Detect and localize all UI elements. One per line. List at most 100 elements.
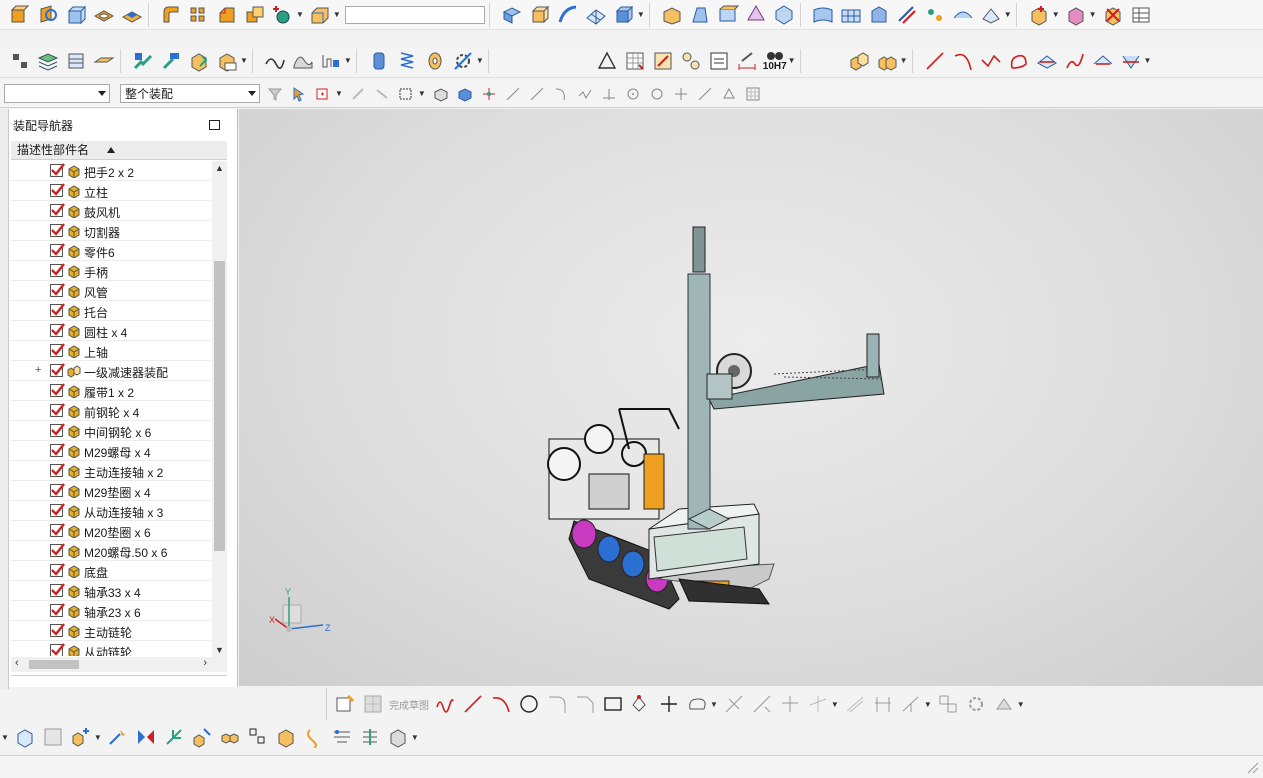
offset-face-icon[interactable]: [308, 3, 332, 27]
link-icon[interactable]: [302, 725, 326, 749]
vertical-scrollbar[interactable]: ▲ ▼: [212, 161, 227, 657]
expand-icon[interactable]: +: [35, 364, 41, 376]
scroll-up-icon[interactable]: ▲: [215, 163, 224, 173]
project-curve-icon[interactable]: [1035, 49, 1059, 73]
visibility-checkbox[interactable]: [50, 623, 65, 637]
quick-trim-icon[interactable]: [722, 692, 746, 716]
layer-settings-icon[interactable]: [8, 49, 32, 73]
sketch-settings-icon[interactable]: [964, 692, 988, 716]
wave-geometry-icon[interactable]: [41, 725, 65, 749]
studio-spline-icon[interactable]: [685, 692, 709, 716]
sketch-arc-icon[interactable]: [489, 692, 513, 716]
chevron-down-icon[interactable]: ▼: [900, 56, 908, 65]
visibility-checkbox[interactable]: [50, 263, 65, 277]
navigator-row[interactable]: 手柄: [11, 261, 211, 281]
snap-center-icon[interactable]: [624, 85, 642, 103]
visibility-checkbox[interactable]: [50, 323, 65, 337]
chevron-down-icon[interactable]: ▼: [476, 56, 484, 65]
scrollbar-thumb[interactable]: [214, 261, 225, 551]
component-array-icon[interactable]: [218, 725, 242, 749]
pad-icon[interactable]: [120, 3, 144, 27]
tolerance-fit-button[interactable]: 10H7: [763, 50, 787, 72]
table-icon[interactable]: [1129, 3, 1153, 27]
visibility-checkbox[interactable]: [50, 423, 65, 437]
sketch-icon[interactable]: [333, 692, 357, 716]
triangle-icon[interactable]: [595, 49, 619, 73]
navigator-row[interactable]: 轴承33 x 4: [11, 581, 211, 601]
auto-constraint-icon[interactable]: [936, 692, 960, 716]
column-header[interactable]: 描述性部件名: [11, 141, 227, 160]
navigator-row[interactable]: M20螺母.50 x 6: [11, 541, 211, 561]
snap-point-icon[interactable]: [349, 85, 367, 103]
sphere-blue-icon[interactable]: [772, 3, 796, 27]
chevron-down-icon[interactable]: ▼: [344, 56, 352, 65]
box-trim-icon[interactable]: [716, 3, 740, 27]
visibility-checkbox[interactable]: [50, 343, 65, 357]
bearing-icon[interactable]: [423, 49, 447, 73]
navigator-row[interactable]: 轴承23 x 6: [11, 601, 211, 621]
cube-yellow-icon[interactable]: [528, 3, 552, 27]
sew-icon[interactable]: [923, 3, 947, 27]
visibility-checkbox[interactable]: [50, 383, 65, 397]
scroll-left-icon[interactable]: ‹: [15, 657, 19, 669]
navigator-row[interactable]: + 一级减速器装配: [11, 361, 211, 381]
line-icon[interactable]: [923, 49, 947, 73]
block-icon[interactable]: [64, 3, 88, 27]
navigator-row[interactable]: 圆柱 x 4: [11, 321, 211, 341]
snap-all-icon[interactable]: [480, 85, 498, 103]
snap-arc-icon[interactable]: [552, 85, 570, 103]
revolve-icon[interactable]: [36, 3, 60, 27]
select-feature-icon[interactable]: [290, 85, 308, 103]
sweep-icon[interactable]: [556, 3, 580, 27]
chevron-down-icon[interactable]: ▼: [240, 56, 248, 65]
snap-on-curve-icon[interactable]: [696, 85, 714, 103]
offset-curve-icon[interactable]: [1007, 49, 1031, 73]
chevron-down-icon[interactable]: ▼: [411, 733, 419, 742]
chevron-down-icon[interactable]: ▼: [710, 700, 718, 709]
delete-body-icon[interactable]: [1101, 3, 1125, 27]
measure-icon[interactable]: [319, 49, 343, 73]
maximize-icon[interactable]: [209, 120, 220, 130]
chevron-down-icon[interactable]: ▼: [333, 10, 341, 19]
mesh-surface-icon[interactable]: [584, 3, 608, 27]
make-corner-icon[interactable]: [778, 692, 802, 716]
resize-grip-icon[interactable]: [1245, 760, 1259, 774]
selection-scope-dropdown[interactable]: 整个装配: [120, 84, 260, 103]
face-select-icon[interactable]: [456, 85, 474, 103]
visibility-checkbox[interactable]: [50, 563, 65, 577]
navigator-row[interactable]: 风管: [11, 281, 211, 301]
sphere-add-icon[interactable]: [271, 3, 295, 27]
navigator-row[interactable]: 履带1 x 2: [11, 381, 211, 401]
relations-icon[interactable]: [992, 692, 1016, 716]
body-select-icon[interactable]: [432, 85, 450, 103]
graphics-window[interactable]: Y X Z: [239, 109, 1263, 686]
pyramid-icon[interactable]: [744, 3, 768, 27]
cutter-machine-model[interactable]: [239, 109, 1263, 686]
visibility-checkbox[interactable]: [50, 603, 65, 617]
pattern-icon[interactable]: [187, 3, 211, 27]
horizontal-scrollbar[interactable]: ‹ ›: [11, 657, 227, 672]
gear-icon[interactable]: [451, 49, 475, 73]
arrangement-icon[interactable]: [190, 725, 214, 749]
chamfer-icon[interactable]: [215, 3, 239, 27]
polygon-icon[interactable]: [629, 692, 653, 716]
cube-blue-icon[interactable]: [612, 3, 636, 27]
lasso-select-icon[interactable]: [397, 85, 415, 103]
finish-sketch-label[interactable]: 完成草图: [389, 697, 429, 712]
navigator-row[interactable]: M20垫圈 x 6: [11, 521, 211, 541]
navigator-row[interactable]: 立柱: [11, 181, 211, 201]
shell-icon[interactable]: [660, 3, 684, 27]
visibility-checkbox[interactable]: [50, 643, 65, 656]
snap-existing-point-icon[interactable]: [672, 85, 690, 103]
chevron-down-icon[interactable]: ▼: [296, 10, 304, 19]
navigator-row[interactable]: 上轴: [11, 341, 211, 361]
dimension-icon[interactable]: [735, 49, 759, 73]
chevron-down-icon[interactable]: ▼: [1089, 10, 1097, 19]
section-curve-icon[interactable]: [263, 49, 287, 73]
chamfer-sketch-icon[interactable]: [573, 692, 597, 716]
navigator-row[interactable]: 从动连接轴 x 3: [11, 501, 211, 521]
snap-quadrant-icon[interactable]: [648, 85, 666, 103]
pattern-sketch-icon[interactable]: [871, 692, 895, 716]
visibility-checkbox[interactable]: [50, 243, 65, 257]
grid-surface-icon[interactable]: [839, 3, 863, 27]
